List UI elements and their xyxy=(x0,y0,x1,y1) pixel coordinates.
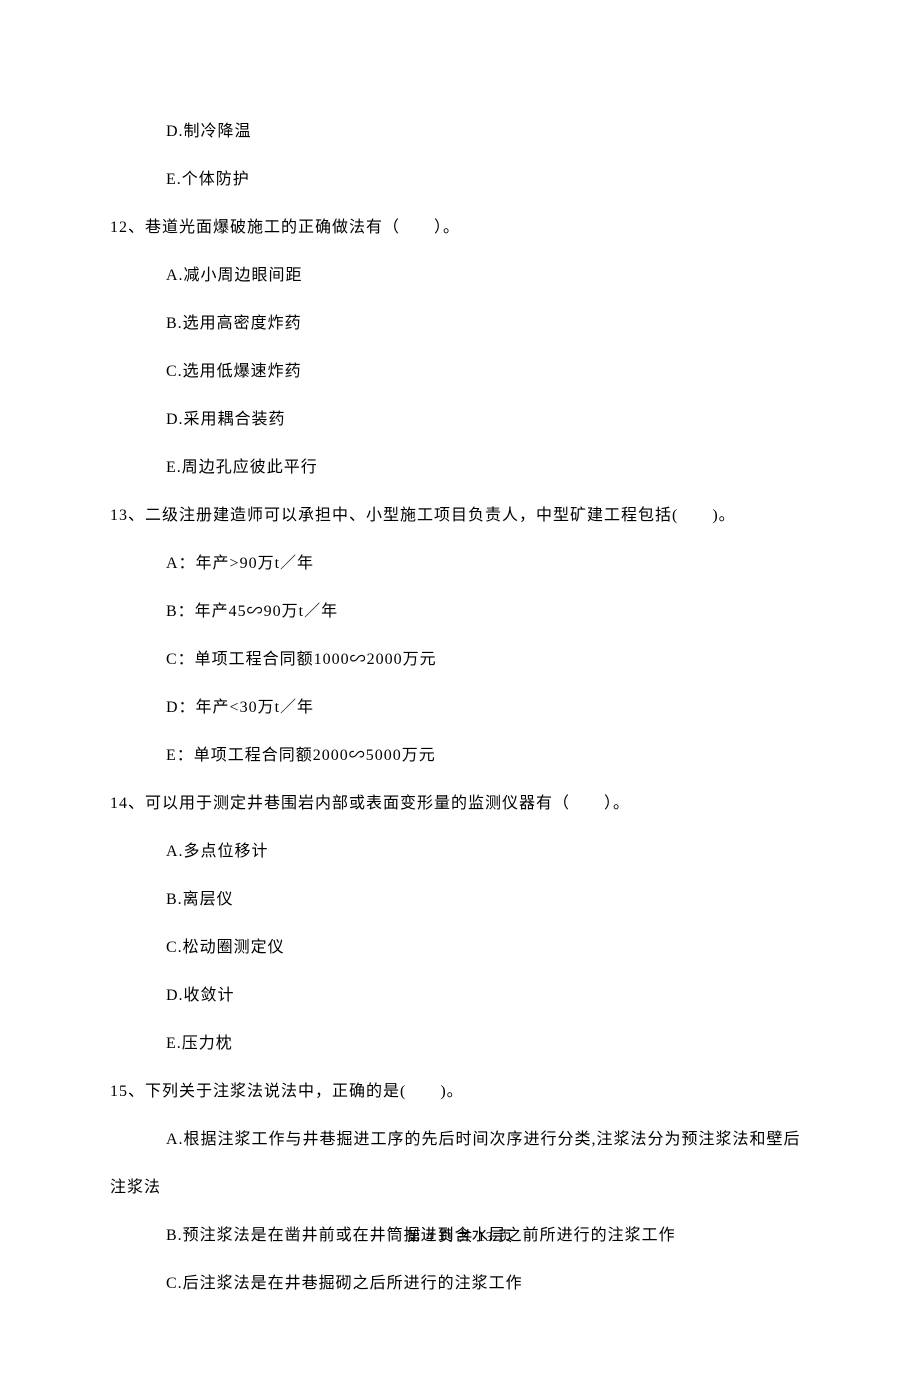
option-14-b: B.离层仪 xyxy=(166,888,810,912)
option-13-c: C：单项工程合同额1000∽2000万元 xyxy=(166,648,810,672)
option-11-d: D.制冷降温 xyxy=(166,120,810,144)
option-14-d: D.收敛计 xyxy=(166,984,810,1008)
option-14-c: C.松动圈测定仪 xyxy=(166,936,810,960)
question-14: 14、可以用于测定井巷围岩内部或表面变形量的监测仪器有（ ）。 xyxy=(110,792,810,816)
option-14-a: A.多点位移计 xyxy=(166,840,810,864)
option-12-e: E.周边孔应彼此平行 xyxy=(166,456,810,480)
option-13-e: E：单项工程合同额2000∽5000万元 xyxy=(166,744,810,768)
page-footer: 第 4 页 共 13 页 xyxy=(0,1227,920,1248)
option-14-e: E.压力枕 xyxy=(166,1032,810,1056)
option-12-b: B.选用高密度炸药 xyxy=(166,312,810,336)
question-12: 12、巷道光面爆破施工的正确做法有（ ）。 xyxy=(110,216,810,240)
option-13-a: A：年产>90万t／年 xyxy=(166,552,810,576)
question-15: 15、下列关于注浆法说法中，正确的是( )。 xyxy=(110,1080,810,1104)
option-13-b: B：年产45∽90万t／年 xyxy=(166,600,810,624)
option-12-d: D.采用耦合装药 xyxy=(166,408,810,432)
question-13: 13、二级注册建造师可以承担中、小型施工项目负责人，中型矿建工程包括( )。 xyxy=(110,504,810,528)
option-11-e: E.个体防护 xyxy=(166,168,810,192)
option-15-a-line1: A.根据注浆工作与井巷掘进工序的先后时间次序进行分类,注浆法分为预注浆法和壁后 xyxy=(166,1128,810,1152)
option-15-c: C.后注浆法是在井巷掘砌之后所进行的注浆工作 xyxy=(166,1272,810,1296)
option-12-c: C.选用低爆速炸药 xyxy=(166,360,810,384)
option-12-a: A.减小周边眼间距 xyxy=(166,264,810,288)
option-15-a-line2: 注浆法 xyxy=(110,1176,810,1200)
option-13-d: D：年产<30万t／年 xyxy=(166,696,810,720)
